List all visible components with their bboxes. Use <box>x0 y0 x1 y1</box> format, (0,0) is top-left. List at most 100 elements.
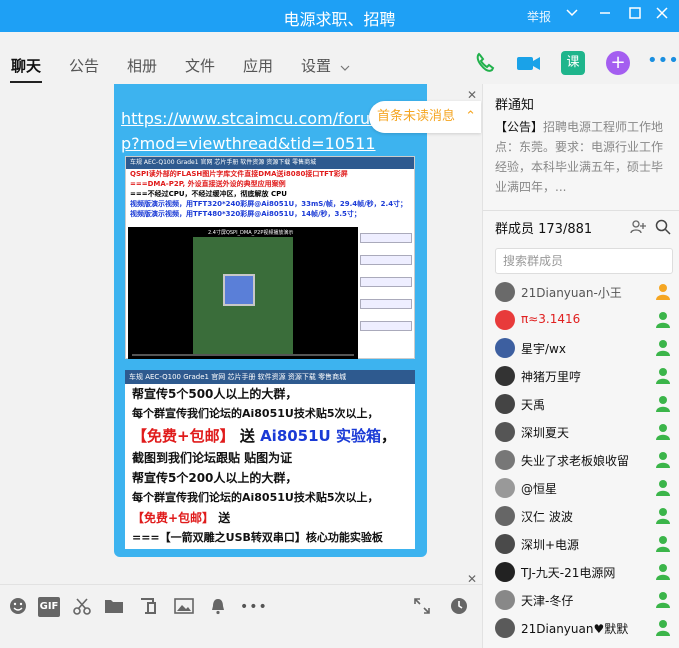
video-call-icon[interactable] <box>516 51 540 75</box>
group-notice-text[interactable]: 【公告】招聘电源工程师工作地点：东莞。要求：电源行业工作经验，本科毕业满五年，硕… <box>495 117 671 197</box>
playlist-item[interactable] <box>360 233 412 243</box>
avatar[interactable] <box>495 394 515 414</box>
member-row[interactable]: 天津-冬仔 <box>495 589 675 613</box>
tab-apps[interactable]: 应用 <box>243 55 273 76</box>
avatar[interactable] <box>495 478 515 498</box>
avatar[interactable] <box>495 282 515 302</box>
avatar[interactable] <box>495 534 515 554</box>
member-name: 神猪万里哼 <box>521 370 582 384</box>
member-row[interactable]: 星宇/wx <box>495 337 675 361</box>
member-row[interactable]: 深圳夏天 <box>495 421 675 445</box>
minimize-icon[interactable] <box>595 6 615 26</box>
member-row[interactable]: 失业了求老板娘收留 <box>495 449 675 473</box>
video-playlist <box>360 231 412 343</box>
member-row[interactable]: @恒星 <box>495 477 675 501</box>
avatar[interactable] <box>495 506 515 526</box>
chevron-down-icon[interactable] <box>340 58 350 77</box>
member-name: 深圳+电源 <box>521 538 580 552</box>
image-nav-bar: 车规 AEC-Q100 Grade1 官网 芯片手册 软件资源 资源下载 零售商… <box>126 157 414 169</box>
member-row[interactable]: 神猪万里哼 <box>495 365 675 389</box>
promotion-image[interactable]: 车规 AEC-Q100 Grade1 官网 芯片手册 软件资源 资源下载 零售商… <box>125 370 415 549</box>
avatar[interactable] <box>495 366 515 386</box>
tab-chat[interactable]: 聊天 <box>11 55 41 76</box>
scissors-icon[interactable] <box>72 597 92 617</box>
member-level-icon <box>655 311 671 329</box>
promo-line: 每个群宣传我们论坛的Ai8051U技术贴5次以上， <box>132 491 379 504</box>
tab-files[interactable]: 文件 <box>185 55 215 76</box>
member-level-icon <box>655 339 671 357</box>
tab-album[interactable]: 相册 <box>127 55 157 76</box>
unread-jump-button[interactable]: 首条未读消息 ⌃ <box>369 101 481 133</box>
maximize-icon[interactable] <box>625 6 645 26</box>
member-name: 21Dianyuan♥默默 <box>521 622 629 636</box>
avatar[interactable] <box>495 338 515 358</box>
image-text-line: ===不经过CPU，不经过缓冲区，彻底解放 CPU <box>130 190 287 198</box>
add-app-icon[interactable]: + <box>606 51 630 75</box>
course-icon[interactable]: 课 <box>561 51 585 75</box>
input-toolbar: GIF ••• <box>0 584 482 648</box>
forum-screenshot-image[interactable]: 车规 AEC-Q100 Grade1 官网 芯片手册 软件资源 资源下载 零售商… <box>125 156 415 359</box>
video-player[interactable]: 2.4寸屏QSPI_DMA_P2P视频播放演示 <box>128 227 358 359</box>
report-button[interactable]: 举报 <box>527 8 551 25</box>
close-icon[interactable] <box>652 6 672 26</box>
add-member-icon[interactable] <box>630 219 646 239</box>
avatar[interactable] <box>495 618 515 638</box>
free-shipping-text: 【免费+包邮】 <box>132 511 215 525</box>
member-row[interactable]: 21Dianyuan♥默默 <box>495 617 675 641</box>
message-bubble[interactable]: https://www.stcaimcu.com/forum.php?mod=v… <box>114 84 427 557</box>
more-icon[interactable]: ••• <box>647 51 679 75</box>
member-name: π≈3.1416 <box>521 312 581 326</box>
avatar[interactable] <box>495 450 515 470</box>
member-name: 21Dianyuan-小王 <box>521 286 622 300</box>
video-progress-bar[interactable] <box>132 354 354 356</box>
playlist-item[interactable] <box>360 299 412 309</box>
tab-settings[interactable]: 设置 <box>301 55 331 76</box>
avatar[interactable] <box>495 310 515 330</box>
screenshot-icon[interactable] <box>138 597 158 617</box>
more-tools-icon[interactable]: ••• <box>240 597 267 617</box>
member-level-icon <box>655 591 671 609</box>
image-icon[interactable] <box>174 597 194 617</box>
member-row[interactable]: 21Dianyuan-小王 <box>495 281 675 305</box>
bell-icon[interactable] <box>208 597 228 617</box>
avatar[interactable] <box>495 562 515 582</box>
member-name: 天禹 <box>521 398 546 412</box>
member-row[interactable]: π≈3.1416 <box>495 309 675 333</box>
member-level-icon <box>655 479 671 497</box>
folder-icon[interactable] <box>104 597 124 617</box>
board-lcd <box>223 274 255 306</box>
member-row[interactable]: 深圳+电源 <box>495 533 675 557</box>
video-caption: 2.4寸屏QSPI_DMA_P2P视频播放演示 <box>208 230 294 236</box>
search-icon[interactable] <box>655 219 671 239</box>
playlist-item[interactable] <box>360 277 412 287</box>
gif-icon[interactable]: GIF <box>38 597 60 617</box>
chevron-down-icon[interactable] <box>562 6 582 26</box>
member-row[interactable]: TJ-九天-21电源网 <box>495 561 675 585</box>
close-icon[interactable]: ✕ <box>467 88 477 102</box>
image-text-line: QSPI读外部的FLASH图片字库文件直接DMA送i8080接口TFT彩屏 <box>130 170 348 178</box>
tab-announcements[interactable]: 公告 <box>69 55 99 76</box>
member-level-icon <box>655 283 671 301</box>
send-text: 送 <box>239 427 255 445</box>
playlist-item[interactable] <box>360 321 412 331</box>
expand-icon[interactable] <box>412 597 432 617</box>
member-row[interactable]: 汉仁 波波 <box>495 505 675 529</box>
image-nav-bar: 车规 AEC-Q100 Grade1 官网 芯片手册 软件资源 资源下载 零售商… <box>125 370 415 384</box>
member-name: 深圳夏天 <box>521 426 570 440</box>
member-search-input[interactable]: 搜索群成员 <box>495 248 673 274</box>
promo-line: 每个群宣传我们论坛的Ai8051U技术贴5次以上， <box>132 407 379 420</box>
playlist-item[interactable] <box>360 255 412 265</box>
emoji-icon[interactable] <box>8 597 28 617</box>
image-text-line: 视频版演示视频，用TFT480*320彩屏@Ai8051U，14帧/秒，3.5寸… <box>130 210 361 218</box>
avatar[interactable] <box>495 590 515 610</box>
avatar[interactable] <box>495 422 515 442</box>
promo-line: 【免费+包邮】 送 <box>125 508 415 528</box>
group-notice-title[interactable]: 群通知 <box>495 94 534 113</box>
member-name: 天津-冬仔 <box>521 594 574 608</box>
title-bar: 电源求职、招聘 举报 <box>0 0 679 32</box>
history-clock-icon[interactable] <box>449 597 469 617</box>
member-name: TJ-九天-21电源网 <box>521 566 616 580</box>
member-row[interactable]: 天禹 <box>495 393 675 417</box>
phone-icon[interactable] <box>473 51 497 75</box>
member-level-icon <box>655 423 671 441</box>
